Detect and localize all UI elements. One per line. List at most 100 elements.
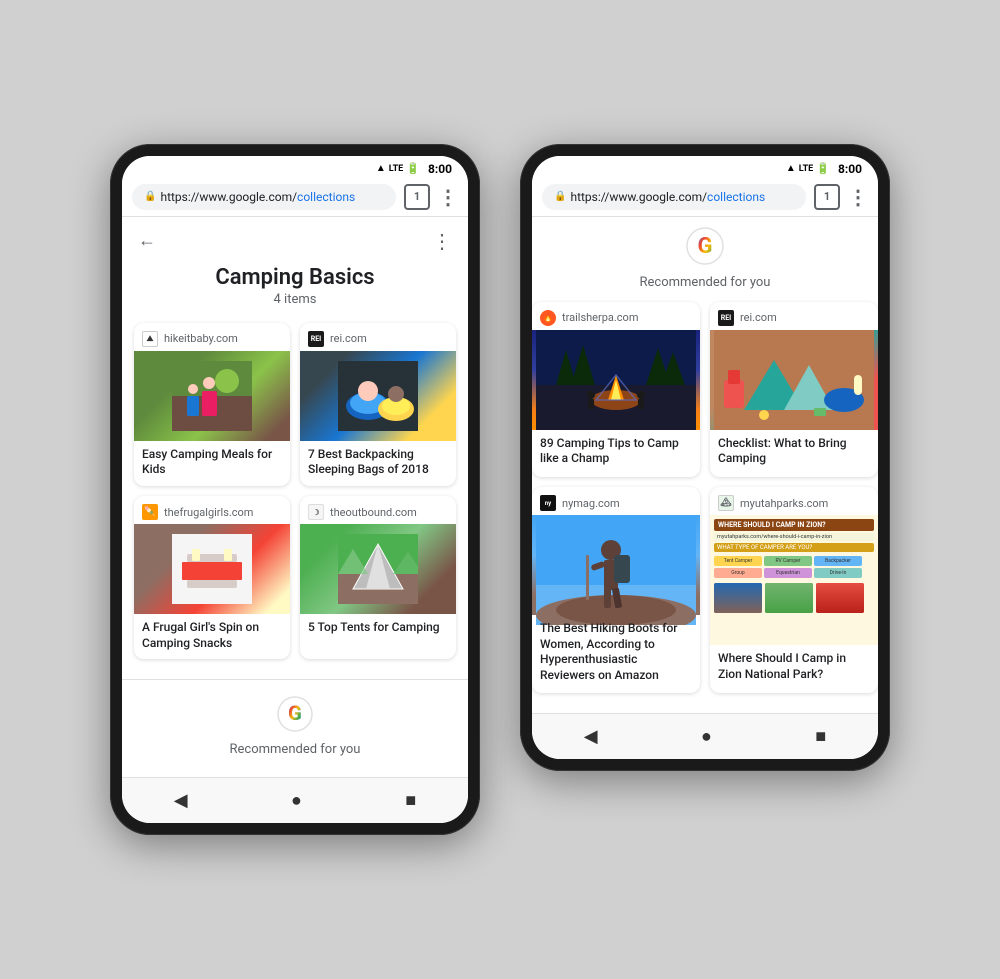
recommended-section-1: G G Recommen [122,679,468,777]
recommended-page-header: G Recommended for you [532,217,878,302]
nav-recent-1[interactable]: ■ [405,790,416,811]
rec-image-3 [532,515,700,615]
status-time-1: 8:00 [428,162,452,176]
lte-icon-2: LTE [799,164,814,174]
item-title-2: 7 Best Backpacking Sleeping Bags of 2018 [300,441,456,486]
rec-favicon-2: REI [718,310,734,326]
nav-bar-2: ◀ ● ■ [532,713,878,759]
url-text-2: https://www.google.com/collections [570,190,765,204]
items-grid: ⛰ hikeitbaby.com [122,311,468,671]
item-title-1: Easy Camping Meals for Kids [134,441,290,486]
url-text-1: https://www.google.com/https://www.googl… [160,190,355,204]
source-name-1: hikeitbaby.com [164,332,238,345]
rec-card-4[interactable]: 🏔 myutahparks.com WHERE SHOULD I CAMP IN… [710,487,878,693]
rec-image-2 [710,330,878,430]
google-logo-2: G [686,227,724,265]
address-bar-1: 🔒 https://www.google.com/https://www.goo… [122,180,468,217]
rec-title-3: The Best Hiking Boots for Women, Accordi… [532,615,700,693]
source-row-3: 🍡 thefrugalgirls.com [134,496,290,524]
item-image-2 [300,351,456,441]
lock-icon-1: 🔒 [144,191,156,202]
rec-favicon-3: ny [540,495,556,511]
page-content-2: G Recommended for you [532,217,878,714]
rec-card-1[interactable]: 🔥 trailsherpa.com [532,302,700,477]
status-icons-2: ▲ LTE 🔋 [786,162,830,175]
status-icons-1: ▲ LTE 🔋 [376,162,420,175]
source-row-4: ☽ theoutbound.com [300,496,456,524]
source-row-1: ⛰ hikeitbaby.com [134,323,290,351]
status-bar-2: ▲ LTE 🔋 8:00 [532,156,878,180]
collection-title: Camping Basics 4 items [122,265,468,311]
rec-source-name-3: nymag.com [562,497,620,510]
item-image-1 [134,351,290,441]
rec-favicon-4: 🏔 [718,495,734,511]
item-card-2[interactable]: REI rei.com [300,323,456,486]
phone-2-screen: ▲ LTE 🔋 8:00 🔒 https://www.google.com/co… [532,156,878,760]
item-title-3: A Frugal Girl's Spin on Camping Snacks [134,614,290,659]
rec-title-1: 89 Camping Tips to Camp like a Champ [532,430,700,477]
nav-home-2[interactable]: ● [701,726,712,747]
url-field-2[interactable]: 🔒 https://www.google.com/collections [542,184,806,210]
rec-card-2[interactable]: REI rei.com [710,302,878,477]
source-name-2: rei.com [330,332,367,345]
tab-count-1[interactable]: 1 [404,184,430,210]
rec-source-4: 🏔 myutahparks.com [710,487,878,515]
more-menu-1[interactable]: ⋮ [438,185,458,209]
favicon-3: 🍡 [142,504,158,520]
collection-name: Camping Basics [138,265,452,290]
rec-favicon-1: 🔥 [540,310,556,326]
rec-image-4: WHERE SHOULD I CAMP IN ZION? myutahparks… [710,515,878,645]
lock-icon-2: 🔒 [554,191,566,202]
source-name-3: thefrugalgirls.com [164,506,253,519]
recommended-page-title: Recommended for you [532,275,878,290]
rec-source-name-1: trailsherpa.com [562,311,638,324]
rec-source-name-4: myutahparks.com [740,497,828,510]
collections-header [122,217,468,265]
rec-title-2: Checklist: What to Bring Camping [710,430,878,477]
source-name-4: theoutbound.com [330,506,417,519]
rec-title-4: Where Should I Camp in Zion National Par… [710,645,878,692]
phone-1: ▲ LTE 🔋 8:00 🔒 https://www.google.com/ht… [110,144,480,835]
address-bar-2: 🔒 https://www.google.com/collections 1 ⋮ [532,180,878,217]
nav-home-1[interactable]: ● [291,790,302,811]
rec-source-1: 🔥 trailsherpa.com [532,302,700,330]
favicon-2: REI [308,331,324,347]
nav-bar-1: ◀ ● ■ [122,777,468,823]
battery-icon-2: 🔋 [816,162,830,175]
status-bar-1: ▲ LTE 🔋 8:00 [122,156,468,180]
rec-card-3[interactable]: ny nymag.com [532,487,700,693]
url-field-1[interactable]: 🔒 https://www.google.com/https://www.goo… [132,184,396,210]
tab-count-2[interactable]: 1 [814,184,840,210]
rec-grid: 🔥 trailsherpa.com [532,302,878,694]
page-content-1: Camping Basics 4 items ⛰ hikeitbaby.com [122,217,468,777]
item-card-4[interactable]: ☽ theoutbound.com [300,496,456,659]
battery-icon: 🔋 [406,162,420,175]
collection-count: 4 items [138,292,452,307]
phone-2: ▲ LTE 🔋 8:00 🔒 https://www.google.com/co… [520,144,890,772]
nav-recent-2[interactable]: ■ [815,726,826,747]
phone-1-screen: ▲ LTE 🔋 8:00 🔒 https://www.google.com/ht… [122,156,468,823]
rec-source-2: REI rei.com [710,302,878,330]
item-card-3[interactable]: 🍡 thefrugalgirls.com [134,496,290,659]
favicon-1: ⛰ [142,331,158,347]
status-time-2: 8:00 [838,162,862,176]
google-logo-1: G G [277,696,313,732]
nav-back-1[interactable]: ◀ [174,790,188,811]
item-card-1[interactable]: ⛰ hikeitbaby.com [134,323,290,486]
rec-image-1 [532,330,700,430]
rec-source-name-2: rei.com [740,311,777,324]
more-menu-2[interactable]: ⋮ [848,185,868,209]
back-button[interactable] [138,230,156,251]
more-options-button[interactable] [432,229,452,253]
nav-back-2[interactable]: ◀ [584,726,598,747]
source-row-2: REI rei.com [300,323,456,351]
wifi-icon: ▲ [376,163,386,174]
phones-container: ▲ LTE 🔋 8:00 🔒 https://www.google.com/ht… [110,144,890,835]
item-title-4: 5 Top Tents for Camping [300,614,456,644]
recommended-label-1: Recommended for you [122,742,468,769]
item-image-3 [134,524,290,614]
lte-icon: LTE [389,164,404,174]
favicon-4: ☽ [308,504,324,520]
wifi-icon-2: ▲ [786,163,796,174]
svg-text:G: G [698,234,713,259]
